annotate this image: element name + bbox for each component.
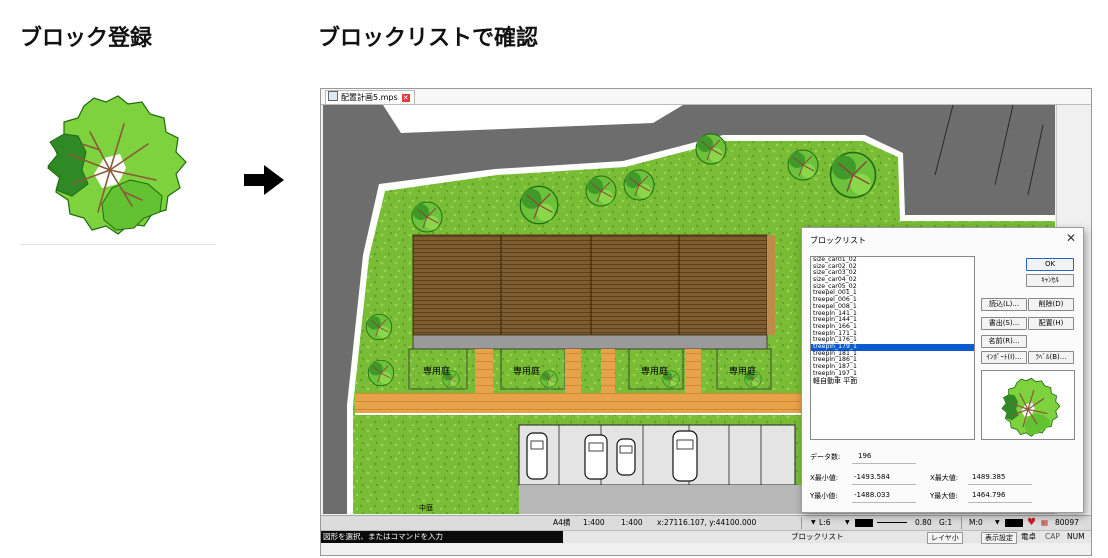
status-line-width[interactable]: 0.80 bbox=[915, 516, 932, 530]
ok-button[interactable]: OK bbox=[1026, 258, 1074, 271]
block-preview bbox=[981, 370, 1075, 440]
heading-block-register: ブロック登録 bbox=[20, 26, 153, 51]
label-button[interactable]: ﾗﾍﾞﾙ(B)... bbox=[1028, 351, 1074, 364]
black-right-arrow-icon bbox=[244, 165, 284, 199]
line-style-preview[interactable] bbox=[877, 522, 907, 523]
layer-small-button[interactable]: レイヤ小 bbox=[927, 531, 963, 544]
place-button[interactable]: 配置(H) bbox=[1028, 317, 1074, 330]
cancel-button[interactable]: ｷｬﾝｾﾙ bbox=[1026, 274, 1074, 287]
block-listbox[interactable]: size_car01_02 size_car02_02 size_car03_02 s… bbox=[810, 256, 975, 440]
ymin-value: -1488.033 bbox=[854, 491, 890, 499]
status-bar-secondary: 図形を選択、またはコマンドを入力 ブロックリスト レイヤ小 表示設定 電卓 CA… bbox=[321, 530, 1091, 544]
dialog-title: ブロックリスト bbox=[810, 236, 866, 245]
status-layer[interactable]: L:6 bbox=[819, 516, 830, 530]
garden-label: 専用庭 bbox=[729, 367, 757, 377]
status-scale-2: 1:400 bbox=[621, 518, 643, 527]
tree-top-view-icon bbox=[1001, 377, 1061, 437]
status-scale: 1:400 bbox=[583, 518, 605, 527]
status-bar: A4横 1:400 1:400 x:27116.107, y:44100.000… bbox=[321, 515, 1091, 530]
tree-top-view-icon bbox=[47, 95, 187, 235]
block-thumbnail bbox=[20, 92, 216, 245]
document-tab-bar: 配置計画5.mps ✕ bbox=[321, 89, 1091, 105]
color-swatch[interactable] bbox=[855, 519, 873, 527]
rename-button[interactable]: 名前(R)... bbox=[981, 335, 1027, 348]
data-count-label: データ数: bbox=[810, 453, 841, 461]
grid-icon[interactable]: ▦ bbox=[1041, 516, 1048, 530]
ymax-value: 1464.796 bbox=[972, 491, 1006, 499]
ymax-label: Y最大値: bbox=[930, 492, 958, 500]
block-list-item[interactable]: 軽自動車 平面 bbox=[811, 377, 974, 386]
load-button[interactable]: 読込(L)... bbox=[981, 298, 1027, 311]
status-message: 図形を選択、またはコマンドを入力 bbox=[321, 531, 563, 543]
display-settings-button[interactable]: 表示設定 bbox=[981, 531, 1017, 544]
status-snap: 電卓 bbox=[1021, 532, 1036, 541]
close-icon[interactable]: ✕ bbox=[401, 94, 410, 102]
document-tab[interactable]: 配置計画5.mps ✕ bbox=[325, 90, 415, 104]
export-button[interactable]: 書出(S)... bbox=[981, 317, 1027, 330]
xmax-value: 1489.385 bbox=[972, 473, 1006, 481]
xmin-label: X最小値: bbox=[810, 474, 839, 482]
status-count: 80097 bbox=[1055, 518, 1079, 527]
xmax-label: X最大値: bbox=[930, 474, 959, 482]
block-list-dialog: ブロックリスト ✕ size_car01_02 size_car02_02 size… bbox=[801, 227, 1084, 513]
dropdown-icon[interactable]: ▼ bbox=[845, 516, 850, 530]
dropdown-icon[interactable]: ▼ bbox=[995, 516, 1000, 530]
heart-icon[interactable]: ♥ bbox=[1027, 516, 1036, 530]
status-mode[interactable]: M:0 bbox=[969, 516, 983, 530]
block-list-items: size_car01_02 size_car02_02 size_car03_02 s… bbox=[811, 257, 974, 386]
status-coords: x:27116.107, y:44100.000 bbox=[657, 518, 757, 527]
status-paper: A4横 bbox=[553, 518, 571, 527]
status-numlock: NUM bbox=[1067, 532, 1085, 541]
garden-label: 専用庭 bbox=[423, 367, 451, 377]
xmin-value: -1493.584 bbox=[854, 473, 890, 481]
document-icon bbox=[328, 91, 338, 101]
color-swatch[interactable] bbox=[1005, 519, 1023, 527]
data-count-value: 196 bbox=[858, 452, 872, 460]
heading-block-list-check: ブロックリストで確認 bbox=[318, 26, 539, 51]
garden-label: 専用庭 bbox=[641, 367, 669, 377]
plan-small-label: 中庭 bbox=[419, 504, 433, 512]
close-icon[interactable]: ✕ bbox=[1066, 231, 1076, 245]
import-button[interactable]: ｲﾝﾎﾟｰﾄ(I)... bbox=[981, 351, 1027, 364]
status-block-list: ブロックリスト bbox=[791, 532, 844, 541]
status-caps: CAP bbox=[1045, 532, 1060, 541]
garden-label: 専用庭 bbox=[513, 367, 541, 377]
dropdown-icon[interactable]: ▼ bbox=[811, 516, 816, 530]
status-grid[interactable]: G:1 bbox=[939, 516, 952, 530]
delete-button[interactable]: 削除(D) bbox=[1028, 298, 1074, 311]
document-tab-title: 配置計画5.mps bbox=[341, 93, 398, 102]
ymin-label: Y最小値: bbox=[810, 492, 838, 500]
